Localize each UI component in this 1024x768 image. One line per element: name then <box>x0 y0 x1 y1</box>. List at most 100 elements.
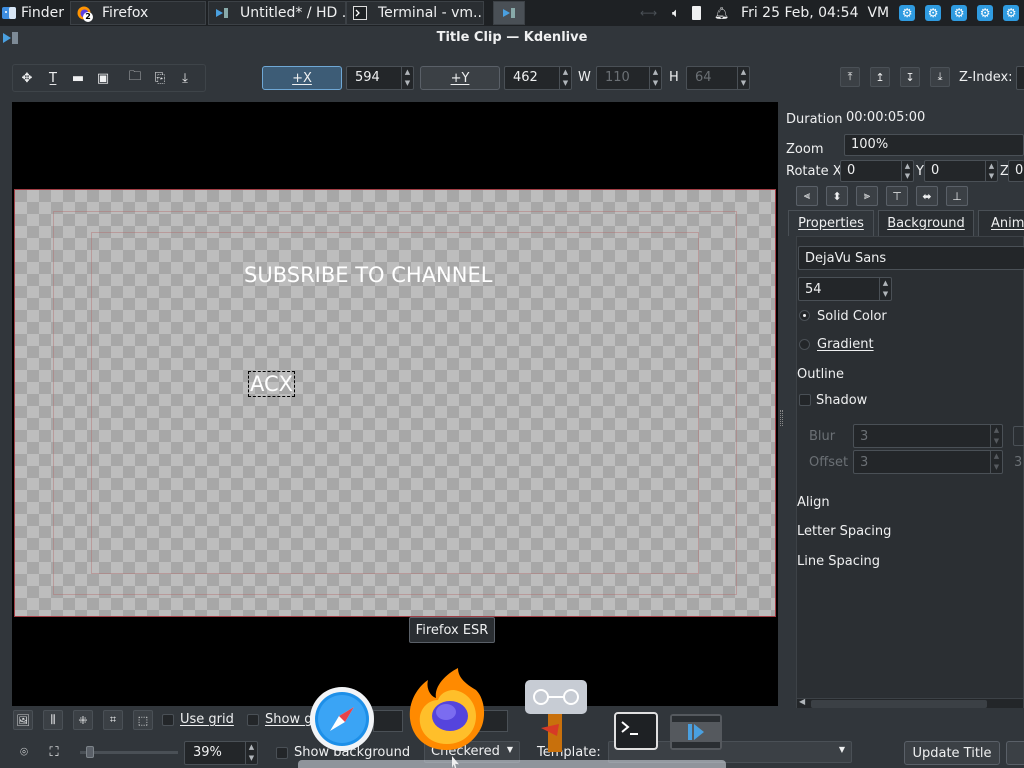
width-input[interactable]: 110 ▲ ▼ <box>596 66 662 90</box>
shadow-checkbox[interactable] <box>799 394 811 406</box>
align-vcenter-icon[interactable]: ⬌ <box>916 186 938 206</box>
scroll-left-icon[interactable]: ◀ <box>799 697 805 706</box>
terminal-icon[interactable] <box>614 712 658 754</box>
selection-icon[interactable]: ⬚ <box>133 710 153 730</box>
show-guides-label[interactable]: Show g <box>265 712 312 727</box>
notification-icon[interactable]: 🔔︎ <box>714 6 729 20</box>
shadow-color-button[interactable] <box>1013 426 1024 446</box>
download-icon[interactable]: ⤓ <box>174 67 196 89</box>
show-background-checkbox[interactable] <box>276 747 288 759</box>
align-left-icon[interactable]: ⫷ <box>796 186 818 206</box>
canvas-text-title[interactable]: SUBSRIBE TO CHANNEL <box>244 263 492 287</box>
spin-arrows-icon[interactable]: ▲ ▼ <box>737 67 749 89</box>
gear-icon[interactable]: ⚙ <box>925 5 942 21</box>
safari-icon[interactable] <box>309 686 375 756</box>
update-title-button[interactable]: Update Title <box>904 741 1000 765</box>
spin-arrows-icon[interactable]: ▲ ▼ <box>401 67 413 89</box>
kdenlive-clapper-icon[interactable] <box>670 712 722 756</box>
task-firefox[interactable]: 2 Firefox <box>70 1 206 25</box>
gear-icon[interactable]: ⚙ <box>977 5 994 21</box>
tab-animation[interactable]: Anim <box>978 210 1024 236</box>
network-icon[interactable]: ⟷ <box>640 6 664 20</box>
kdenlive-signpost-icon[interactable] <box>525 680 587 756</box>
spin-arrows-icon[interactable]: ▲ ▼ <box>985 161 997 181</box>
x-position-button[interactable]: +X <box>262 66 342 90</box>
blur-input[interactable]: 3 ▲ ▼ <box>853 424 1003 448</box>
volume-icon[interactable]: 🔈︎ <box>672 6 680 21</box>
zoom-original-icon[interactable]: ⛶ <box>43 741 65 763</box>
font-size-input[interactable]: 54 ▲ ▼ <box>798 277 892 301</box>
canvas-text-selected[interactable]: ACX <box>247 371 296 397</box>
rectangle-tool-icon[interactable]: ▬ <box>67 67 89 89</box>
spin-arrows-icon[interactable]: ▲ ▼ <box>990 425 1002 447</box>
align-right-icon[interactable]: ⫸ <box>856 186 878 206</box>
tab-background[interactable]: Background <box>878 210 974 236</box>
zoom-slider-handle[interactable] <box>86 746 94 758</box>
rotate-y-input[interactable]: 0 ▲ ▼ <box>924 160 998 182</box>
lower-icon[interactable]: ↧ <box>900 67 920 87</box>
use-grid-checkbox[interactable] <box>162 714 174 726</box>
task-terminal[interactable]: Terminal - vm... <box>346 1 484 25</box>
clock[interactable]: Fri 25 Feb, 04:54 <box>741 5 858 21</box>
gear-icon[interactable]: ⚙ <box>951 5 968 21</box>
spin-arrows-icon[interactable]: ▲ ▼ <box>649 67 661 89</box>
gradient-label[interactable]: Gradient <box>817 337 874 352</box>
gear-icon[interactable]: ⚙ <box>899 5 916 21</box>
tab-properties[interactable]: Properties <box>788 210 874 236</box>
save-icon[interactable]: ⎘ <box>149 67 171 89</box>
text-tool-icon[interactable]: T̲ <box>42 67 64 89</box>
scrollbar-thumb[interactable] <box>811 700 987 708</box>
spin-arrows-icon[interactable]: ▲ ▼ <box>879 278 891 300</box>
z-index-input[interactable] <box>1016 66 1024 90</box>
distribute-icon[interactable]: ⁜ <box>73 710 93 730</box>
font-family-select[interactable]: DejaVu Sans <box>798 246 1024 270</box>
spin-arrows-icon[interactable]: ▲ ▼ <box>901 161 913 181</box>
task-active-window[interactable] <box>493 1 525 25</box>
x-position-input[interactable]: 594 ▲ ▼ <box>346 66 414 90</box>
solid-color-radio[interactable] <box>799 310 810 321</box>
solid-color-label[interactable]: Solid Color <box>817 309 887 324</box>
zoom-slider[interactable] <box>80 746 178 758</box>
y-position-input[interactable]: 462 ▲ ▼ <box>504 66 572 90</box>
spin-arrows-icon[interactable]: ▲ ▼ <box>990 451 1002 473</box>
offset-y-value[interactable]: 3 <box>1014 455 1022 470</box>
task-finder[interactable]: Finder <box>0 1 66 25</box>
title-frame[interactable]: SUBSRIBE TO CHANNEL ACX <box>14 189 776 617</box>
title-canvas[interactable]: SUBSRIBE TO CHANNEL ACX <box>12 102 778 706</box>
rotate-z-input[interactable]: 0 <box>1008 160 1024 182</box>
raise-icon[interactable]: ↥ <box>870 67 890 87</box>
y-position-button[interactable]: +Y <box>420 66 500 90</box>
use-grid-label[interactable]: Use grid <box>180 712 234 727</box>
firefox-icon[interactable] <box>406 666 488 756</box>
image-tool-icon[interactable]: ▣ <box>92 67 114 89</box>
lower-to-bottom-icon[interactable]: ⤓ <box>930 67 950 87</box>
shadow-label[interactable]: Shadow <box>816 393 867 408</box>
x-position-value: 594 <box>355 70 380 85</box>
offset-x-input[interactable]: 3 ▲ ▼ <box>853 450 1003 474</box>
splitter-handle[interactable] <box>780 410 783 426</box>
gradient-radio[interactable] <box>799 339 810 350</box>
rotate-x-input[interactable]: 0 ▲ ▼ <box>840 160 914 182</box>
battery-icon[interactable] <box>691 6 701 20</box>
columns-icon[interactable]: ⫼ <box>43 710 63 730</box>
select-tool-icon[interactable]: ✥ <box>16 67 38 89</box>
cancel-button[interactable] <box>1006 741 1024 765</box>
align-top-icon[interactable]: ⊤ <box>886 186 908 206</box>
zoom-field[interactable]: 100% <box>844 134 1024 156</box>
align-hcenter-icon[interactable]: ⬍ <box>826 186 848 206</box>
spin-arrows-icon[interactable]: ▲ ▼ <box>559 67 571 89</box>
spin-arrows-icon[interactable]: ▲ ▼ <box>245 742 257 764</box>
grid-snap-icon[interactable]: ⌗ <box>103 710 123 730</box>
raise-to-top-icon[interactable]: ⤒ <box>840 67 860 87</box>
guides-count-input[interactable] <box>373 710 403 732</box>
height-input[interactable]: 64 ▲ ▼ <box>686 66 750 90</box>
align-bottom-icon[interactable]: ⊥ <box>946 186 968 206</box>
duration-field[interactable]: 00:00:05:00 <box>844 108 1024 130</box>
task-kdenlive[interactable]: Untitled* / HD ... <box>208 1 346 25</box>
image-icon[interactable]: 🖼︎ <box>13 710 33 730</box>
show-guides-checkbox[interactable] <box>247 714 259 726</box>
gear-icon[interactable]: ⚙ <box>1003 5 1020 21</box>
zoom-fit-icon[interactable]: ⌾ <box>13 741 35 763</box>
zoom-percent-input[interactable]: 39% ▲ ▼ <box>184 741 258 765</box>
open-folder-icon[interactable]: 🗀︎ <box>124 67 146 89</box>
